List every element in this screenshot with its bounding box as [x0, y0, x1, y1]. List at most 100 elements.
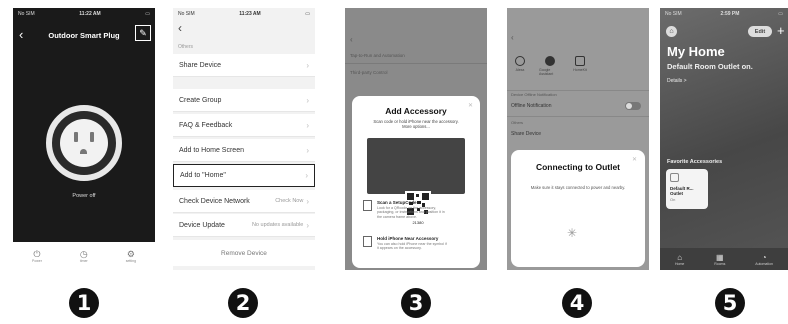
row-create-group[interactable]: Create Group › — [173, 89, 315, 112]
divider — [507, 90, 649, 91]
add-icon[interactable]: + — [777, 24, 785, 37]
outlet-icon — [670, 173, 679, 182]
camera-viewfinder: 21380 — [367, 138, 465, 226]
step-number: 5 — [715, 288, 745, 318]
row-label: Share Device — [179, 61, 222, 69]
google-assistant-icon[interactable]: Google Assistant — [539, 56, 561, 76]
step-number: 4 — [562, 288, 592, 318]
tab-rooms[interactable]: ▦ Rooms — [714, 253, 725, 266]
accessory-tile[interactable]: Default R... Outlet On — [666, 169, 708, 209]
homekit-glyph — [575, 56, 585, 66]
battery-icon: ▭ — [145, 11, 150, 17]
favorites-header: Favorite Accessories — [667, 159, 723, 165]
battery-icon: ▭ — [778, 11, 783, 17]
modal-subtitle: Scan code or hold iPhone near the access… — [373, 119, 459, 129]
back-chevron-icon[interactable]: ‹ — [511, 33, 514, 42]
tab-timer[interactable]: ◷ timer — [80, 249, 88, 263]
row-label: Check Device Network — [179, 197, 250, 205]
spinner-icon: ✳ — [567, 226, 578, 240]
house-icon[interactable]: ⌂ — [666, 26, 677, 37]
divider — [345, 63, 487, 64]
screen-connecting: ‹ Alexa Google Assistant HomeKit Device … — [507, 8, 649, 270]
option-description: Look for a QRcode on the accessory, pack… — [377, 206, 445, 219]
tab-automation[interactable]: ◔ Automation — [755, 253, 773, 266]
edit-button[interactable]: Edit — [748, 26, 772, 37]
tab-label: Home — [674, 261, 685, 266]
tile-name: Default R... Outlet — [670, 186, 694, 196]
pencil-icon: ✎ — [139, 27, 147, 38]
details-link[interactable]: Details > — [667, 78, 687, 84]
row-value: No updates available — [251, 222, 304, 228]
integration-icons: Alexa Google Assistant HomeKit — [507, 56, 649, 86]
row-value: Check Now — [275, 198, 304, 204]
tab-power[interactable]: ⏻ Power — [32, 249, 42, 263]
row-add-to-home-screen[interactable]: Add to Home Screen › — [173, 139, 315, 162]
setup-code-number: 21380 — [403, 219, 433, 226]
outlet-button[interactable] — [60, 119, 108, 167]
share-device-label[interactable]: Share Device — [511, 131, 541, 137]
row-label: Create Group — [179, 96, 222, 104]
nav-bar: ‹ Outdoor Smart Plug ✎ — [13, 25, 155, 45]
tab-label: Automation — [755, 261, 773, 266]
chevron-right-icon: › — [306, 220, 309, 230]
chevron-right-icon: › — [306, 196, 309, 206]
bg-row: Tap-to-Run and Automation — [350, 53, 405, 58]
back-chevron-icon[interactable]: ‹ — [350, 35, 353, 44]
automation-icon: ◔ — [761, 252, 767, 262]
chevron-right-icon: › — [306, 145, 309, 155]
tab-bar: ⏻ Power ◷ timer ⚙ setting — [13, 242, 155, 270]
option-heading: Scan a SetupCode — [377, 200, 417, 205]
row-label: Add to "Home" — [180, 172, 226, 179]
bg-row: Third-party Control — [350, 70, 388, 75]
clock: 11:22 AM — [79, 11, 101, 17]
row-add-to-home[interactable]: Add to "Home" › — [173, 164, 315, 187]
tab-label: setting — [125, 259, 137, 263]
alexa-icon[interactable]: Alexa — [509, 56, 531, 72]
clock: 11:23 AM — [239, 11, 261, 17]
row-label: Device Update — [179, 221, 225, 229]
qr-code-icon — [363, 200, 372, 211]
status-bar: No SIM 11:23 AM ▭ — [173, 8, 315, 20]
icon-label: Google Assistant — [539, 68, 554, 76]
edit-button[interactable]: ✎ — [135, 25, 151, 41]
modal-subtitle: Make sure it stays connected to power an… — [530, 185, 626, 190]
chevron-right-icon: › — [305, 171, 308, 180]
row-label: Add to Home Screen — [179, 146, 244, 154]
homekit-icon[interactable]: HomeKit — [569, 56, 591, 72]
section-header: Device Offline Notification — [511, 92, 557, 97]
tab-label: Rooms — [714, 261, 726, 266]
modal-title: Add Accessory — [385, 106, 447, 116]
screen-add-accessory: ‹ Tap-to-Run and Automation Third-party … — [345, 8, 487, 270]
row-label: FAQ & Feedback — [179, 121, 233, 129]
tab-home[interactable]: ⌂ Home — [675, 253, 684, 266]
tile-state: On — [670, 197, 676, 202]
row-check-device-network[interactable]: Check Device Network Check Now › — [173, 190, 315, 213]
page-title: My Home — [667, 44, 725, 59]
divider — [507, 116, 649, 117]
status-bar: No SIM 2:59 PM ▭ — [660, 8, 788, 20]
outlet-slot — [74, 132, 78, 142]
offline-notification-toggle[interactable] — [625, 102, 641, 110]
row-device-update[interactable]: Device Update No updates available › — [173, 214, 315, 237]
status-bar: No SIM 11:22 AM ▭ — [13, 8, 155, 20]
power-icon: ⏻ — [33, 249, 41, 259]
page-title: Outdoor Smart Plug — [48, 31, 120, 40]
connecting-modal: ✕ Connecting to Outlet Make sure it stay… — [511, 150, 645, 267]
status-text: Default Room Outlet on. — [667, 62, 753, 71]
tab-label: Power — [31, 259, 42, 263]
remove-device-button[interactable]: Remove Device — [173, 240, 315, 266]
clock-icon: ◷ — [79, 249, 88, 259]
screen-outdoor-smart-plug: No SIM 11:22 AM ▭ ‹ Outdoor Smart Plug ✎… — [13, 8, 155, 270]
step-number: 1 — [69, 288, 99, 318]
rooms-icon: ▦ — [716, 252, 724, 262]
power-state-label: Power off — [72, 193, 96, 199]
row-faq-feedback[interactable]: FAQ & Feedback › — [173, 114, 315, 137]
carrier: No SIM — [178, 11, 195, 17]
row-share-device[interactable]: Share Device › — [173, 54, 315, 77]
tab-setting[interactable]: ⚙ setting — [126, 249, 136, 263]
back-chevron-icon[interactable]: ‹ — [178, 21, 182, 35]
clock: 2:59 PM — [720, 11, 740, 17]
tab-label: timer — [79, 259, 88, 263]
outlet-ground — [80, 149, 87, 154]
house-icon: ⌂ — [677, 252, 683, 262]
